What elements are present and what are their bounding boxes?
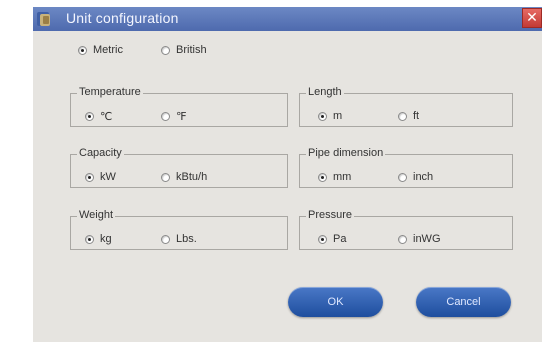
close-icon: ✕ — [526, 9, 538, 25]
unit-configuration-dialog: Unit configuration ✕ Metric British Temp… — [33, 7, 542, 342]
radio-dot[interactable] — [85, 172, 94, 182]
radio-dot[interactable] — [318, 172, 327, 182]
group-weight: Weight kg Lbs. — [70, 209, 288, 250]
radio-lbs[interactable]: Lbs. — [161, 233, 197, 245]
radio-dot[interactable] — [318, 111, 327, 121]
group-label: Pipe dimension — [306, 147, 386, 159]
radio-dot[interactable] — [161, 172, 170, 182]
radio-dot[interactable] — [398, 234, 407, 244]
radio-meters[interactable]: m — [318, 110, 342, 122]
radio-pa[interactable]: Pa — [318, 233, 346, 245]
radio-british[interactable]: British — [161, 44, 207, 56]
radio-label: m — [333, 110, 343, 122]
radio-dot[interactable] — [398, 111, 407, 121]
close-button[interactable]: ✕ — [522, 8, 542, 28]
radio-label: kBtu/h — [176, 171, 208, 183]
radio-label: ℉ — [176, 111, 187, 123]
radio-dot[interactable] — [398, 172, 407, 182]
radio-label: Pa — [333, 233, 347, 245]
group-label: Pressure — [306, 209, 355, 221]
radio-dot[interactable] — [85, 112, 94, 121]
radio-label: British — [176, 44, 207, 56]
group-temperature: Temperature ℃ ℉ — [70, 86, 288, 127]
radio-kbtu[interactable]: kBtu/h — [161, 171, 207, 183]
group-label: Weight — [77, 209, 116, 221]
dialog-title: Unit configuration — [66, 10, 179, 26]
radio-dot[interactable] — [85, 234, 94, 244]
radio-label: ℃ — [100, 111, 113, 123]
app-logo-icon — [37, 12, 50, 26]
group-label: Temperature — [77, 86, 143, 98]
radio-kg[interactable]: kg — [85, 233, 112, 245]
group-pressure: Pressure Pa inWG — [299, 209, 513, 250]
radio-label: mm — [333, 171, 352, 183]
radio-mm[interactable]: mm — [318, 171, 351, 183]
radio-metric[interactable]: Metric — [78, 44, 123, 56]
radio-dot[interactable] — [318, 234, 327, 244]
group-capacity: Capacity kW kBtu/h — [70, 147, 288, 188]
radio-feet[interactable]: ft — [398, 110, 419, 122]
radio-label: inch — [413, 171, 434, 183]
radio-label: kW — [100, 171, 116, 183]
group-length: Length m ft — [299, 86, 513, 127]
group-label: Length — [306, 86, 344, 98]
radio-dot[interactable] — [161, 234, 170, 244]
cancel-button[interactable]: Cancel — [416, 287, 511, 317]
radio-fahrenheit[interactable]: ℉ — [161, 110, 186, 123]
radio-label: ft — [413, 110, 420, 122]
radio-inch[interactable]: inch — [398, 171, 433, 183]
radio-dot[interactable] — [78, 45, 87, 55]
radio-dot[interactable] — [161, 112, 170, 121]
ok-button[interactable]: OK — [288, 287, 383, 317]
radio-kw[interactable]: kW — [85, 171, 116, 183]
title-bar[interactable]: Unit configuration ✕ — [33, 7, 542, 31]
radio-label: Lbs. — [176, 233, 197, 245]
radio-label: inWG — [413, 233, 441, 245]
group-label: Capacity — [77, 147, 124, 159]
radio-label: kg — [100, 233, 112, 245]
group-pipe-dimension: Pipe dimension mm inch — [299, 147, 513, 188]
radio-dot[interactable] — [161, 45, 170, 55]
radio-celsius[interactable]: ℃ — [85, 110, 112, 123]
radio-label: Metric — [93, 44, 123, 56]
radio-inwg[interactable]: inWG — [398, 233, 441, 245]
